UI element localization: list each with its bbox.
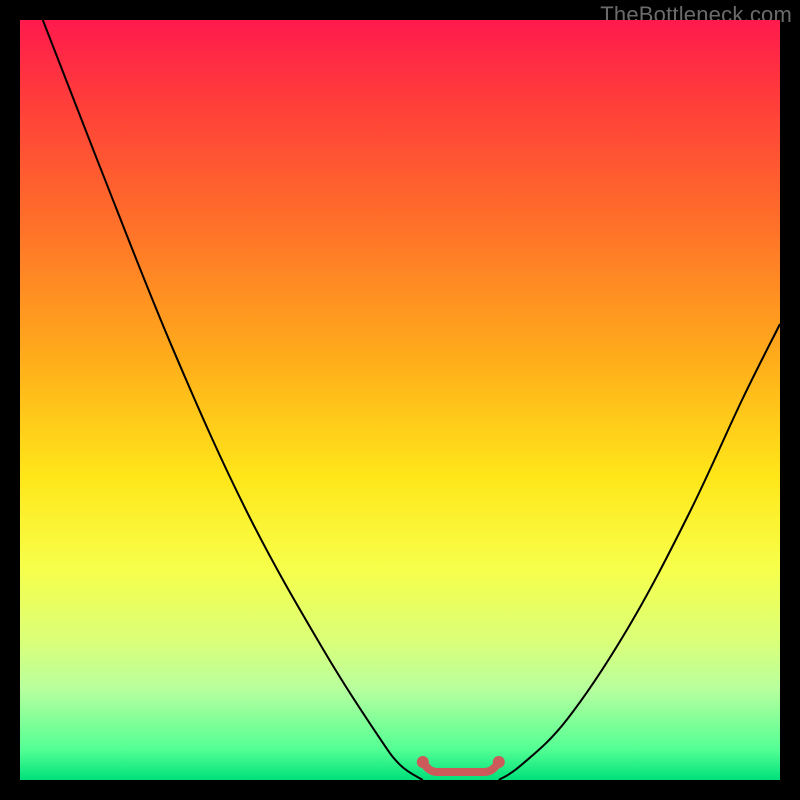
- optimal-flat-marker: [423, 762, 499, 772]
- flat-end-dot: [417, 756, 429, 768]
- chart-frame: TheBottleneck.com: [0, 0, 800, 800]
- left-curve: [43, 20, 423, 780]
- plot-area: [20, 20, 780, 780]
- flat-end-dot: [493, 756, 505, 768]
- chart-svg: [20, 20, 780, 780]
- right-curve: [499, 324, 780, 780]
